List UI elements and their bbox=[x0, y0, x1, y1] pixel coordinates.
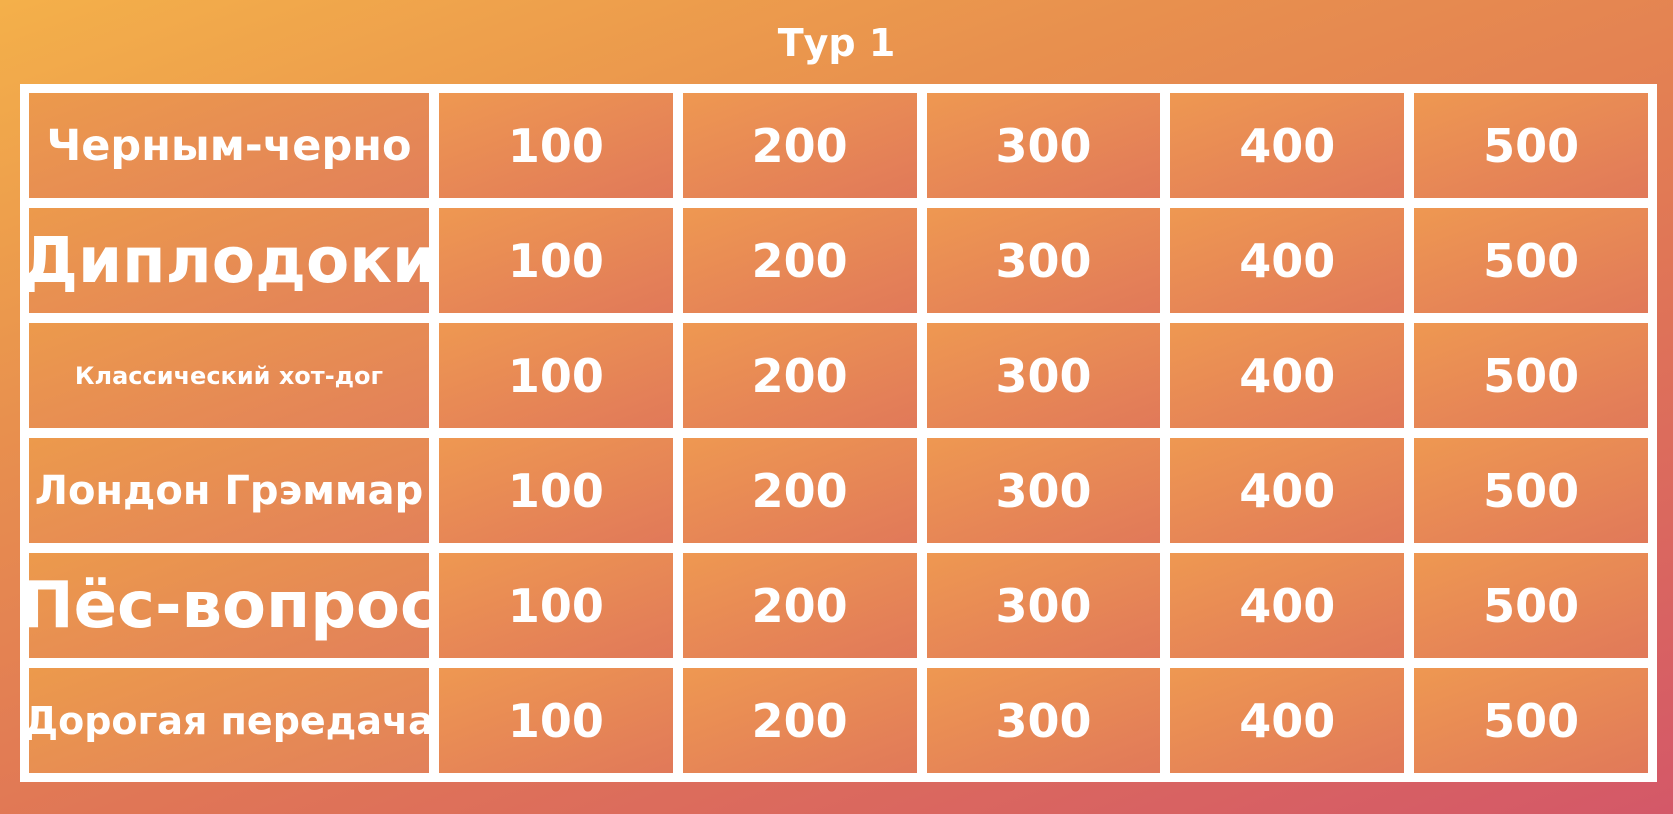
question-tile[interactable]: 300 bbox=[926, 93, 1161, 198]
question-tile[interactable]: 300 bbox=[926, 438, 1161, 543]
question-tile[interactable]: 300 bbox=[926, 668, 1161, 773]
question-tile[interactable]: 500 bbox=[1414, 668, 1648, 773]
question-tile[interactable]: 500 bbox=[1414, 438, 1648, 543]
question-tile[interactable]: 400 bbox=[1170, 323, 1405, 428]
question-tile[interactable]: 500 bbox=[1414, 208, 1648, 313]
game-board: Черным-черно 100 200 300 400 500 Диплодо… bbox=[20, 84, 1657, 782]
question-tile[interactable]: 400 bbox=[1170, 93, 1405, 198]
question-tile[interactable]: 200 bbox=[682, 93, 917, 198]
question-tile[interactable]: 200 bbox=[682, 438, 917, 543]
category-label: Диплодоки bbox=[22, 208, 436, 313]
question-tile[interactable]: 500 bbox=[1414, 93, 1648, 198]
question-tile[interactable]: 400 bbox=[1170, 208, 1405, 313]
question-tile[interactable]: 400 bbox=[1170, 438, 1405, 543]
question-tile[interactable]: 300 bbox=[926, 553, 1161, 658]
question-tile[interactable]: 100 bbox=[439, 438, 673, 543]
question-tile[interactable]: 100 bbox=[439, 323, 673, 428]
question-tile[interactable]: 300 bbox=[926, 208, 1161, 313]
question-tile[interactable]: 200 bbox=[682, 553, 917, 658]
question-tile[interactable]: 100 bbox=[439, 668, 673, 773]
question-tile[interactable]: 500 bbox=[1414, 323, 1648, 428]
category-label: Дорогая передача bbox=[24, 668, 434, 773]
question-tile[interactable]: 100 bbox=[439, 93, 673, 198]
question-tile[interactable]: 200 bbox=[682, 668, 917, 773]
question-tile[interactable]: 500 bbox=[1414, 553, 1648, 658]
question-tile[interactable]: 200 bbox=[682, 208, 917, 313]
question-tile[interactable]: 100 bbox=[439, 553, 673, 658]
question-tile[interactable]: 100 bbox=[439, 208, 673, 313]
category-label: Пёс-вопрос bbox=[20, 553, 438, 658]
question-tile[interactable]: 400 bbox=[1170, 668, 1405, 773]
page-title: Тур 1 bbox=[777, 21, 896, 65]
question-tile[interactable]: 200 bbox=[682, 323, 917, 428]
category-label: Лондон Грэммар bbox=[29, 438, 429, 543]
question-tile[interactable]: 400 bbox=[1170, 553, 1405, 658]
question-tile[interactable]: 300 bbox=[926, 323, 1161, 428]
category-label: Черным-черно bbox=[29, 93, 429, 198]
category-label: Классический хот-дог bbox=[29, 323, 429, 428]
